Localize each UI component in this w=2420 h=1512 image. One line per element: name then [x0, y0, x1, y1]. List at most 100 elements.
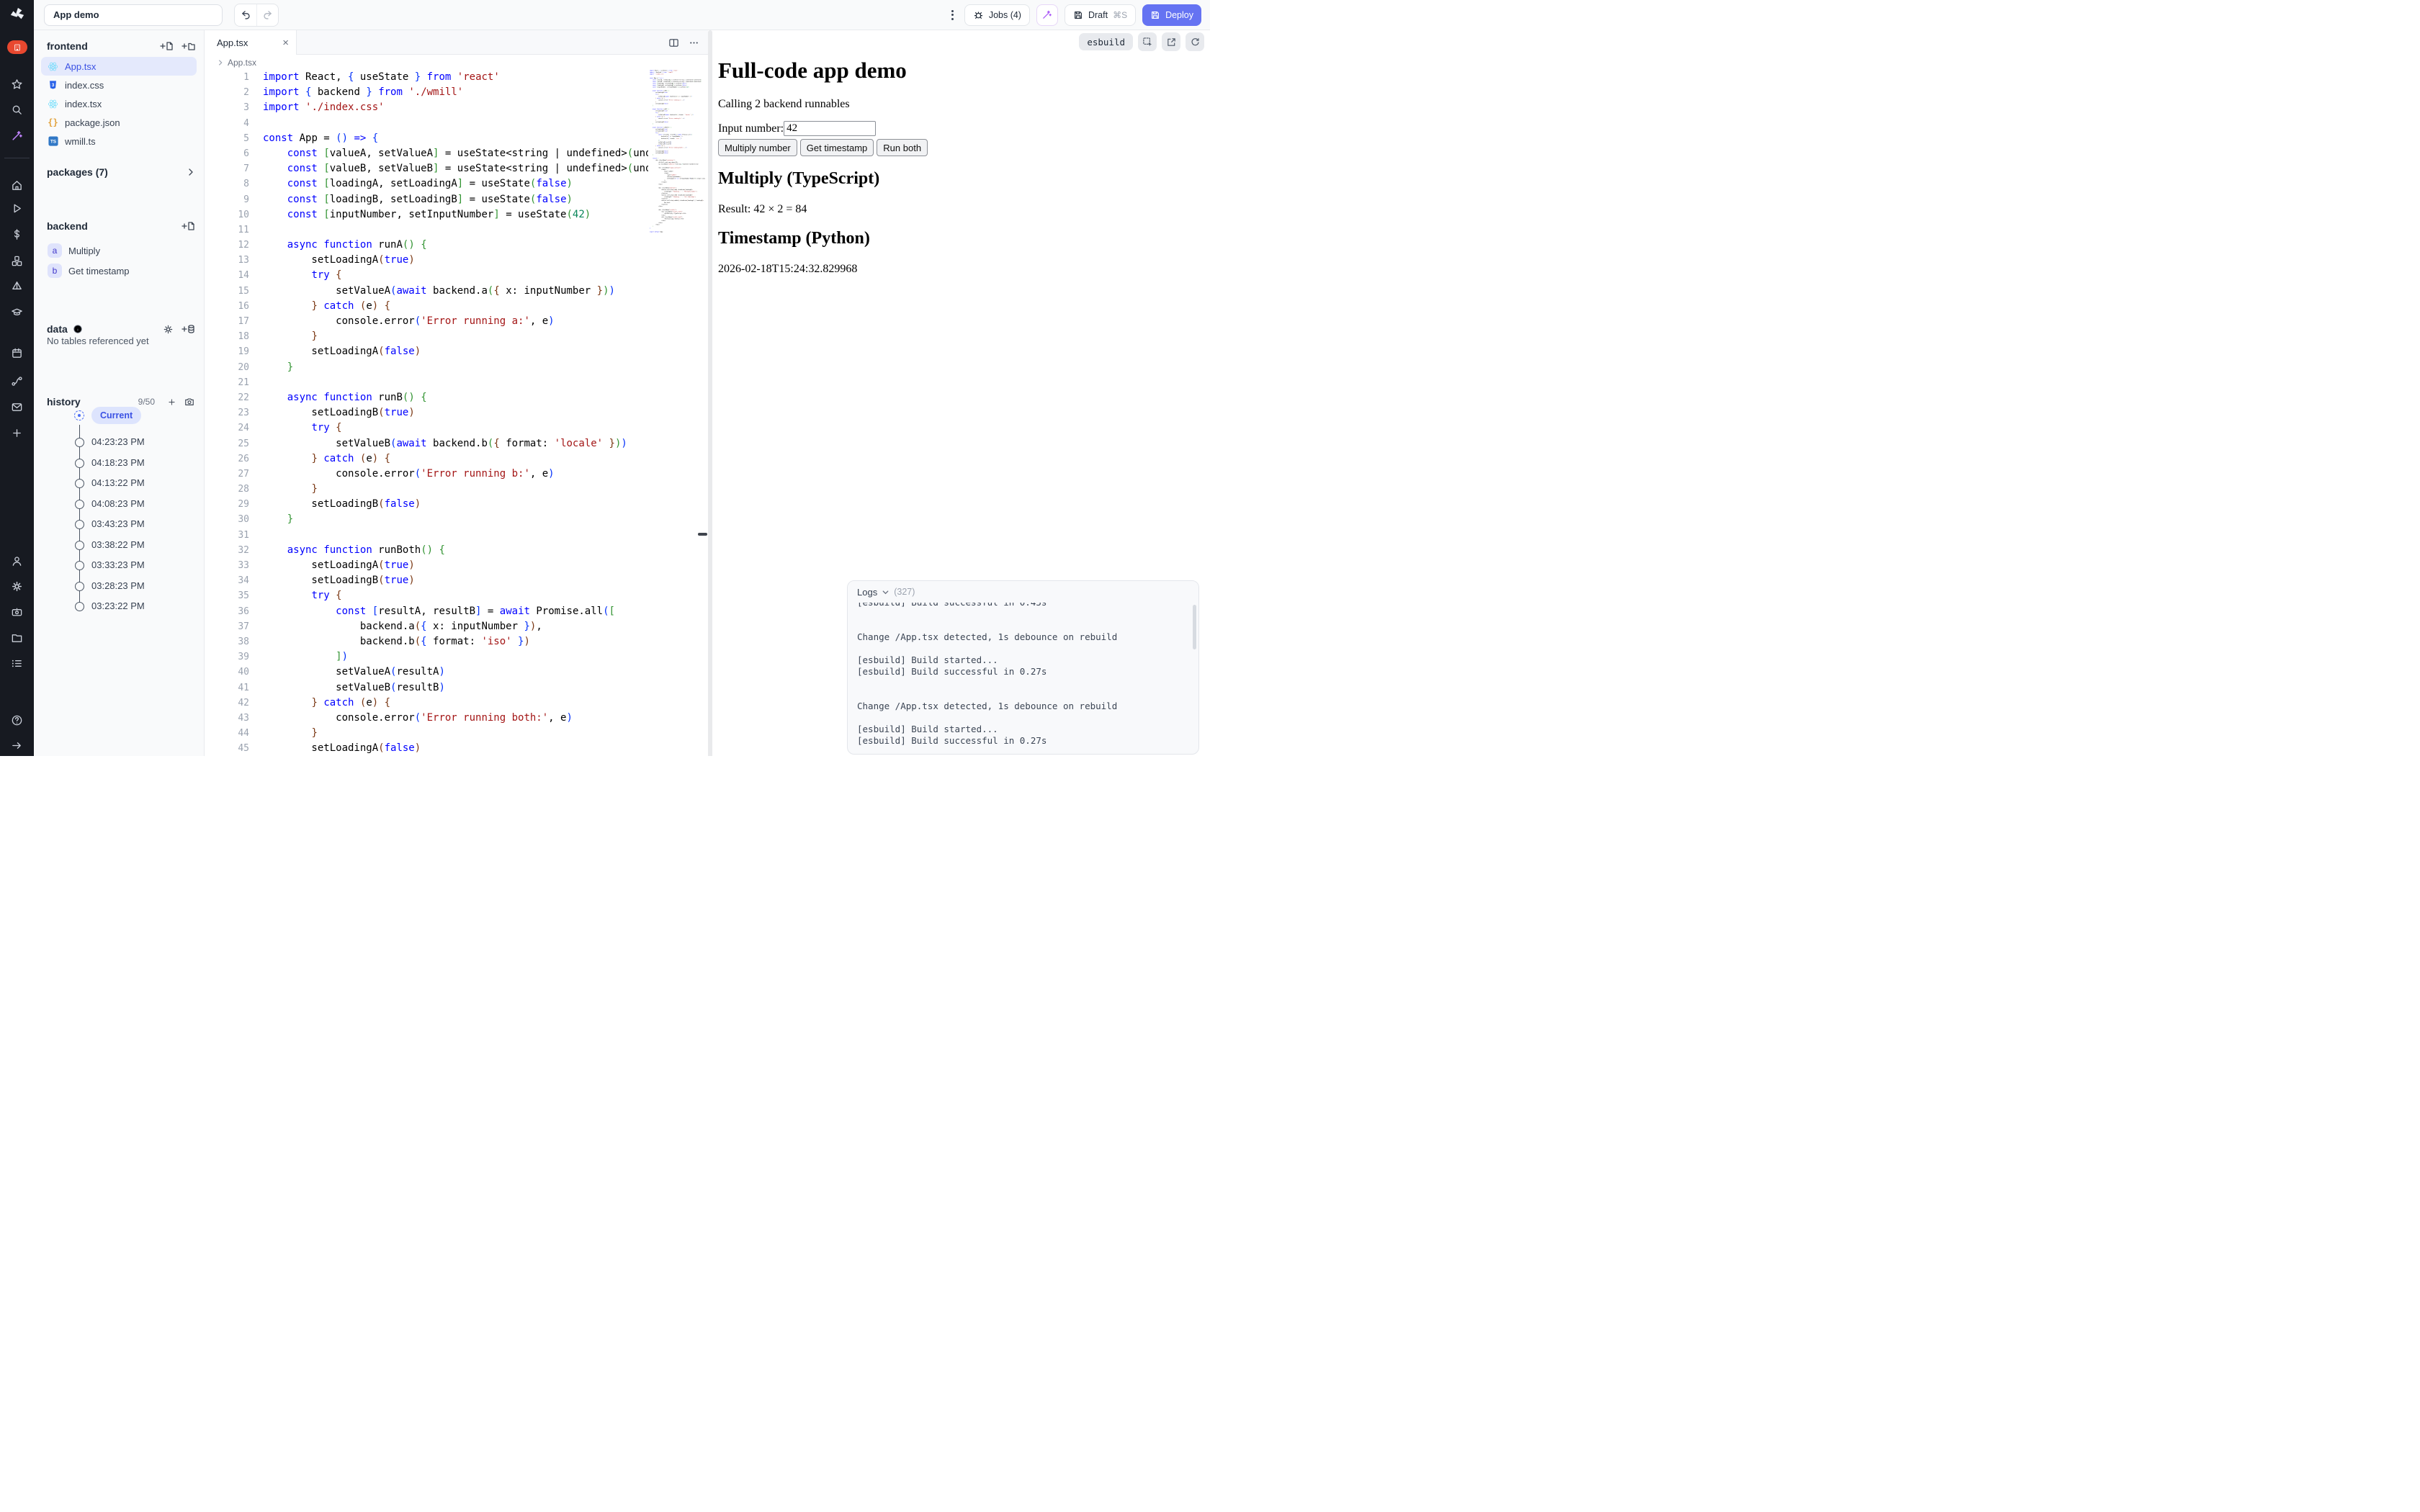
code-line[interactable]: 27 console.error('Error running b:', e): [205, 467, 648, 482]
audit-list-icon[interactable]: [0, 657, 34, 670]
runnable-item-multiply[interactable]: aMultiply: [41, 241, 197, 260]
code-line[interactable]: 16 } catch (e) {: [205, 299, 648, 314]
code-line[interactable]: 14 try {: [205, 268, 648, 283]
add-file-icon[interactable]: [159, 40, 174, 52]
add-database-icon[interactable]: [181, 323, 195, 335]
folders-icon[interactable]: [0, 631, 34, 644]
code-line[interactable]: 21: [205, 375, 648, 390]
code-line[interactable]: 40 setValueA(resultA): [205, 665, 648, 680]
logs-body[interactable]: [esbuild] Build successful in 0.45s Chan…: [857, 597, 1189, 754]
code-line[interactable]: 5const App = () => {: [205, 131, 648, 146]
history-entry[interactable]: 03:43:23 PM: [91, 518, 145, 529]
apps-active-icon[interactable]: [0, 40, 34, 54]
history-point-icon[interactable]: [75, 602, 84, 611]
code-line[interactable]: 30 }: [205, 512, 648, 527]
run-both-button[interactable]: Run both: [877, 139, 928, 156]
code-line[interactable]: 9 const [loadingB, setLoadingB] = useSta…: [205, 192, 648, 207]
file-item-index-tsx[interactable]: index.tsx: [41, 94, 197, 113]
resources-cubes-icon[interactable]: [0, 254, 34, 267]
history-entry[interactable]: 03:38:22 PM: [91, 539, 145, 550]
code-line[interactable]: 2import { backend } from './wmill': [205, 85, 648, 100]
code-line[interactable]: 25 setValueB(await backend.b({ format: '…: [205, 436, 648, 451]
file-item-package-json[interactable]: {}package.json: [41, 113, 197, 132]
history-point-icon[interactable]: [75, 541, 84, 550]
windmill-logo-icon[interactable]: [0, 4, 34, 24]
code-line[interactable]: 26 } catch (e) {: [205, 451, 648, 467]
code-line[interactable]: 28 }: [205, 482, 648, 497]
add-folder-icon[interactable]: [181, 40, 195, 52]
code-line[interactable]: 29 setLoadingB(false): [205, 497, 648, 512]
code-line[interactable]: 22 async function runB() {: [205, 390, 648, 405]
code-line[interactable]: 3import './index.css': [205, 100, 648, 115]
code-line[interactable]: 12 async function runA() {: [205, 238, 648, 253]
app-title-input[interactable]: [44, 4, 223, 26]
split-editor-icon[interactable]: [668, 37, 679, 48]
code-line[interactable]: 4: [205, 116, 648, 131]
code-line[interactable]: 33 setLoadingA(true): [205, 558, 648, 573]
user-icon[interactable]: [0, 554, 34, 567]
code-line[interactable]: 42 } catch (e) {: [205, 696, 648, 711]
schedules-calendar-icon[interactable]: [0, 346, 34, 359]
home-icon[interactable]: [0, 179, 34, 192]
editor-more-icon[interactable]: [689, 37, 699, 48]
input-number-field[interactable]: [784, 121, 876, 136]
code-line[interactable]: 39 ]): [205, 649, 648, 665]
breadcrumb[interactable]: App.tsx: [205, 55, 708, 70]
code-line[interactable]: 44 }: [205, 726, 648, 741]
history-entry[interactable]: 04:13:22 PM: [91, 477, 145, 488]
code-line[interactable]: 37 backend.a({ x: inputNumber }),: [205, 619, 648, 634]
prism-icon[interactable]: [0, 279, 34, 292]
jobs-button[interactable]: Jobs (4): [964, 4, 1030, 26]
code-line[interactable]: 7 const [valueB, setValueB] = useState<s…: [205, 161, 648, 176]
code-line[interactable]: 6 const [valueA, setValueA] = useState<s…: [205, 146, 648, 161]
favorites-star-icon[interactable]: [0, 78, 34, 91]
add-plus-icon[interactable]: [0, 426, 34, 439]
refresh-button[interactable]: [1186, 32, 1204, 51]
history-point-icon[interactable]: [75, 561, 84, 570]
code-line[interactable]: 38 backend.b({ format: 'iso' }): [205, 634, 648, 649]
draft-button[interactable]: Draft ⌘S: [1065, 4, 1136, 26]
packages-section-header[interactable]: packages (7): [47, 163, 195, 181]
code-line[interactable]: 24 try {: [205, 420, 648, 436]
history-entry[interactable]: 04:18:23 PM: [91, 457, 145, 468]
deploy-button[interactable]: Deploy: [1142, 4, 1201, 26]
open-external-button[interactable]: [1162, 32, 1180, 51]
code-line[interactable]: 15 setValueA(await backend.a({ x: inputN…: [205, 284, 648, 299]
ai-assistant-button[interactable]: [1036, 4, 1058, 26]
variables-dollar-icon[interactable]: [0, 228, 34, 240]
inspect-element-button[interactable]: [1138, 32, 1157, 51]
history-entry[interactable]: 03:23:22 PM: [91, 600, 145, 611]
flows-route-icon[interactable]: [0, 374, 34, 387]
code-line[interactable]: 1import React, { useState } from 'react': [205, 70, 648, 85]
code-line[interactable]: 11: [205, 222, 648, 238]
history-point-icon[interactable]: [75, 500, 84, 509]
code-line[interactable]: 20 }: [205, 360, 648, 375]
history-point-icon[interactable]: [75, 459, 84, 468]
history-add-icon[interactable]: [167, 397, 176, 407]
history-entry[interactable]: 03:28:23 PM: [91, 580, 145, 591]
help-icon[interactable]: [0, 714, 34, 726]
history-point-icon[interactable]: [75, 479, 84, 488]
logs-header[interactable]: Logs (327): [848, 581, 1198, 603]
panel-resize-handle[interactable]: [698, 533, 707, 536]
add-runnable-icon[interactable]: [181, 220, 195, 232]
file-item-app-tsx[interactable]: App.tsx: [41, 57, 197, 76]
code-line[interactable]: 41 setValueB(resultB): [205, 680, 648, 696]
snapshot-camera-icon[interactable]: [184, 397, 195, 407]
minimap[interactable]: import React, { useState } from 'react'i…: [650, 70, 705, 240]
code-area[interactable]: 1import React, { useState } from 'react'…: [205, 70, 648, 756]
collapse-arrow-icon[interactable]: [0, 739, 34, 752]
history-entry[interactable]: 04:08:23 PM: [91, 498, 145, 509]
code-line[interactable]: 19 setLoadingA(false): [205, 344, 648, 359]
workers-icon[interactable]: [0, 606, 34, 618]
logs-scrollbar[interactable]: [1193, 605, 1196, 649]
runs-play-icon[interactable]: [0, 202, 34, 215]
close-tab-icon[interactable]: ×: [282, 37, 289, 48]
undo-button[interactable]: [235, 4, 256, 26]
file-item-index-css[interactable]: 3index.css: [41, 76, 197, 94]
ai-wand-icon[interactable]: [0, 129, 34, 142]
code-line[interactable]: 10 const [inputNumber, setInputNumber] =…: [205, 207, 648, 222]
history-current-pill[interactable]: Current: [91, 407, 141, 424]
learn-cap-icon[interactable]: [0, 305, 34, 318]
redo-button[interactable]: [256, 4, 278, 26]
